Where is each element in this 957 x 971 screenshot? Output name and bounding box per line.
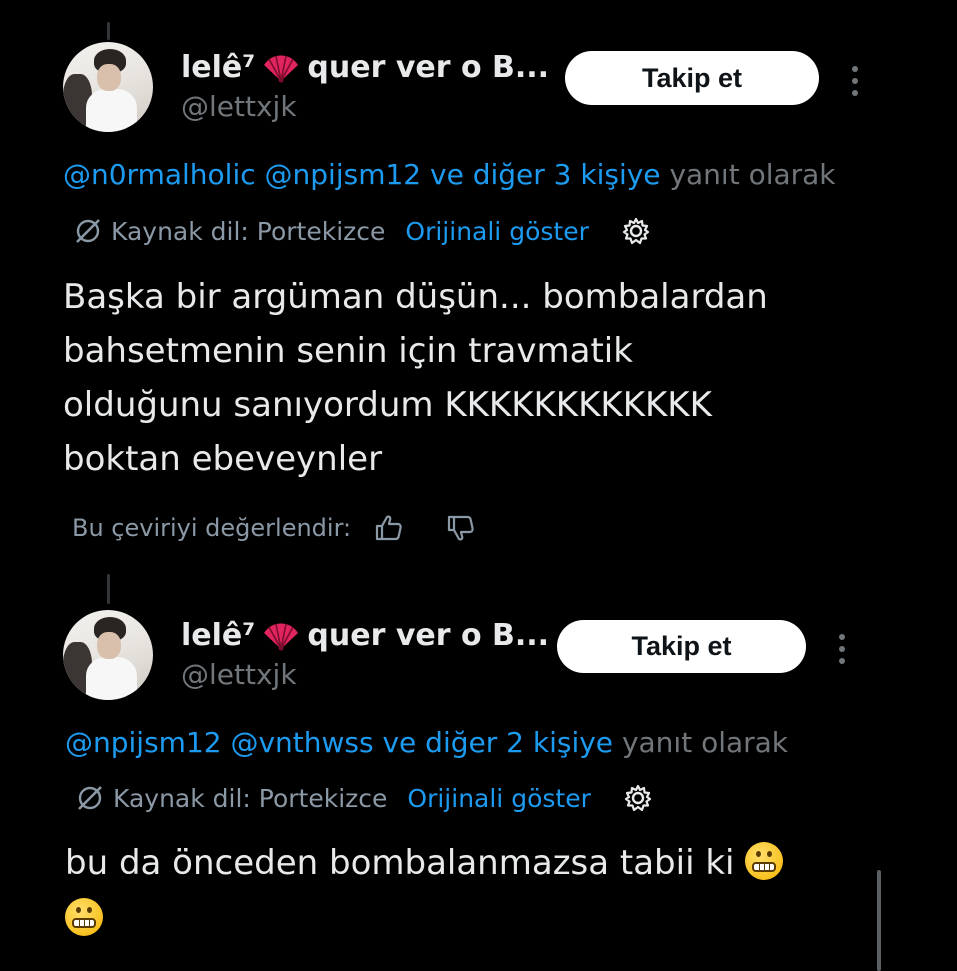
tweet-text: Başka bir argüman düşün... bombalardan b… — [63, 270, 768, 486]
gear-icon[interactable] — [621, 216, 651, 246]
folding-fan-icon — [264, 55, 299, 83]
tweet-text: bu da önceden bombalanmazsa tabii ki — [65, 835, 784, 947]
display-name[interactable]: lelê⁷ quer ver o B... — [181, 618, 549, 653]
reply-suffix: yanıt olarak — [621, 726, 789, 759]
tweet-text-line: bu da önceden bombalanmazsa tabii ki — [65, 843, 735, 883]
avatar[interactable] — [63, 610, 153, 700]
grimacing-face-emoji — [65, 898, 103, 936]
display-name-suffix: quer ver o B... — [307, 50, 550, 85]
tweet-text-line: boktan ebeveynler — [63, 439, 383, 479]
thumbs-up-icon[interactable] — [373, 512, 405, 544]
tweet-text-line: olduğunu sanıyordum KKKKKKKKKKKK — [63, 385, 712, 425]
display-name[interactable]: lelê⁷ quer ver o B... — [181, 50, 549, 85]
translation-bar: Kaynak dil: Portekizce Orijinali göster — [73, 216, 651, 246]
tweet[interactable]: lelê⁷ quer ver o B... @lettxjk Takip et … — [0, 0, 957, 560]
show-original-link[interactable]: Orijinali göster — [407, 784, 590, 813]
thumbs-down-icon[interactable] — [445, 512, 477, 544]
grimacing-face-emoji — [745, 842, 784, 880]
display-name-suffix: quer ver o B... — [307, 618, 550, 653]
reply-mentions-link[interactable]: @npijsm12 @vnthwss ve diğer 2 kişiye — [65, 726, 613, 759]
thread-line — [107, 22, 110, 40]
display-name-text: lelê⁷ — [181, 50, 256, 85]
rate-translation-label: Bu çeviriyi değerlendir: — [72, 514, 352, 542]
follow-button[interactable]: Takip et — [565, 51, 819, 105]
tweet-text-line: Başka bir argüman düşün... bombalardan — [63, 277, 768, 317]
reply-suffix: yanıt olarak — [669, 158, 836, 191]
reply-mentions-link[interactable]: @n0rmalholic @npijsm12 ve diğer 3 kişiye — [63, 158, 661, 191]
source-language: Kaynak dil: Portekizce — [111, 216, 386, 246]
more-options-icon[interactable] — [839, 634, 847, 670]
folding-fan-icon — [264, 623, 299, 651]
translate-slash-icon — [78, 786, 102, 810]
display-name-text: lelê⁷ — [181, 618, 256, 653]
follow-button[interactable]: Takip et — [557, 620, 806, 673]
reply-context: @n0rmalholic @npijsm12 ve diğer 3 kişiye… — [63, 158, 836, 191]
translation-bar: Kaynak dil: Portekizce Orijinali göster — [75, 783, 653, 813]
gear-icon[interactable] — [623, 783, 653, 813]
avatar[interactable] — [63, 42, 153, 132]
thread-line — [107, 574, 110, 604]
show-original-link[interactable]: Orijinali göster — [405, 217, 588, 246]
translate-slash-icon — [76, 219, 100, 243]
user-handle[interactable]: @lettxjk — [181, 90, 297, 123]
reply-context: @npijsm12 @vnthwss ve diğer 2 kişiye yan… — [65, 726, 788, 759]
source-language: Kaynak dil: Portekizce — [113, 783, 388, 813]
tweet[interactable]: lelê⁷ quer ver o B... @lettxjk Takip et … — [0, 570, 957, 971]
tweet-text-line: bahsetmenin senin için travmatik — [63, 331, 633, 371]
scrollbar[interactable] — [877, 870, 881, 971]
more-options-icon[interactable] — [852, 66, 860, 102]
rate-translation: Bu çeviriyi değerlendir: — [72, 512, 477, 544]
user-handle[interactable]: @lettxjk — [181, 658, 297, 691]
